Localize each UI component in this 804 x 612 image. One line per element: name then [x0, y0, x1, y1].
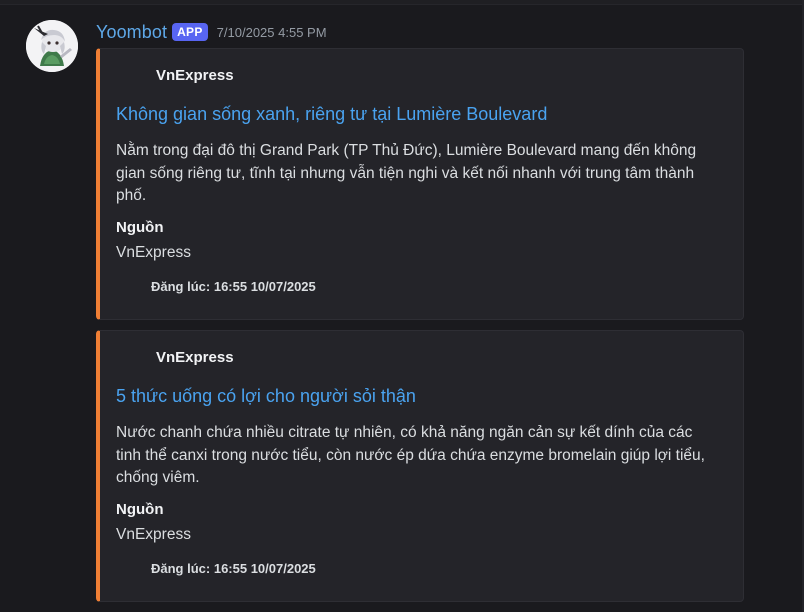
embed-author: VnExpress — [156, 349, 234, 366]
news-embed: VnExpress 5 thức uống có lợi cho người s… — [96, 330, 744, 602]
embed-field-value: VnExpress — [116, 526, 191, 543]
username[interactable]: Yoombot — [96, 22, 167, 43]
chat-message: Yoombot APP 7/10/2025 4:55 PM VnExpress … — [0, 0, 800, 612]
embed-footer: Đăng lúc: 16:55 10/07/2025 — [151, 561, 316, 576]
embed-title-link[interactable]: Không gian sống xanh, riêng tư tại Lumiè… — [116, 104, 547, 125]
embed-field-name: Nguồn — [116, 219, 164, 236]
message-header: Yoombot APP 7/10/2025 4:55 PM — [96, 20, 327, 44]
embed-author: VnExpress — [156, 67, 234, 84]
chat-view: Yoombot APP 7/10/2025 4:55 PM VnExpress … — [0, 0, 804, 612]
message-timestamp[interactable]: 7/10/2025 4:55 PM — [217, 25, 327, 40]
bot-avatar-icon[interactable] — [26, 20, 78, 72]
embed-footer: Đăng lúc: 16:55 10/07/2025 — [151, 279, 316, 294]
embed-title-link[interactable]: 5 thức uống có lợi cho người sỏi thận — [116, 386, 416, 407]
embed-field-value: VnExpress — [116, 244, 191, 261]
embed-description: Nước chanh chứa nhiều citrate tự nhiên, … — [116, 424, 705, 486]
embed-description: Nằm trong đại đô thị Grand Park (TP Thủ … — [116, 142, 697, 204]
news-embed: VnExpress Không gian sống xanh, riêng tư… — [96, 48, 744, 320]
embed-field-name: Nguồn — [116, 501, 164, 518]
app-badge: APP — [172, 23, 208, 41]
